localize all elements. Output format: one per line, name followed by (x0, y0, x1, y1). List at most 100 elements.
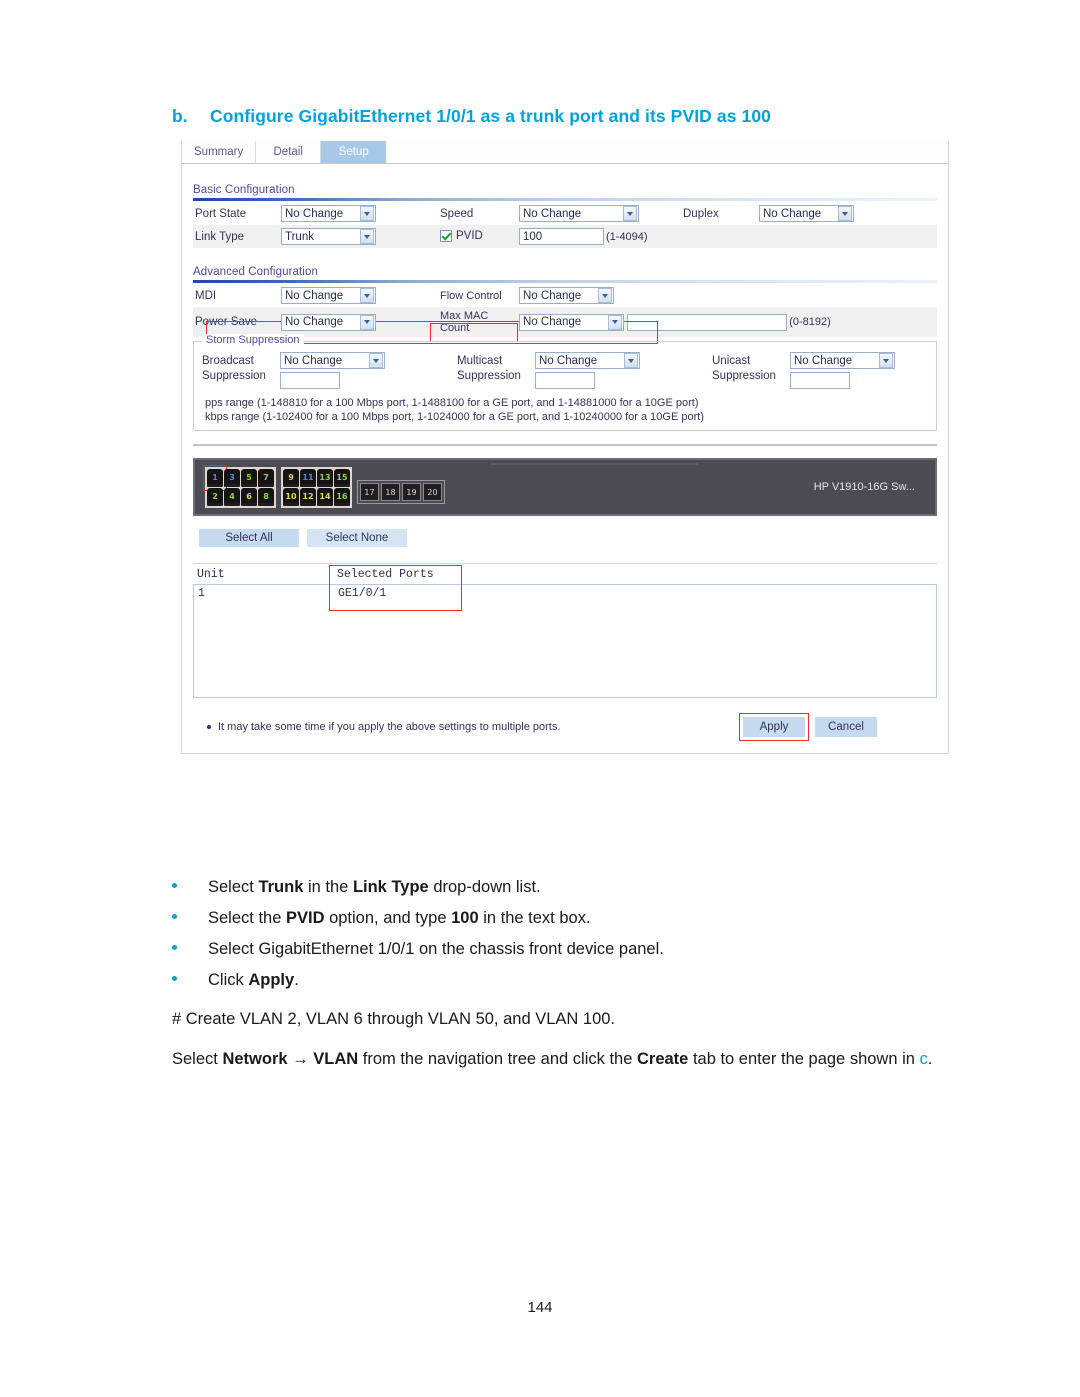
link-type-select[interactable]: Trunk (281, 228, 376, 245)
port-6[interactable]: 6 (241, 487, 257, 506)
basic-config-title: Basic Configuration (193, 184, 295, 196)
port-20[interactable]: 20 (423, 483, 442, 501)
unicast-suppression-label: Unicast Suppression (712, 355, 776, 382)
port-15[interactable]: 15 (334, 468, 350, 487)
chevron-down-icon (360, 314, 374, 330)
bullet1-pre: Select (208, 878, 259, 896)
chevron-down-icon (360, 206, 374, 221)
bullet-icon (207, 725, 211, 729)
bullet2-bold2: 100 (451, 909, 479, 927)
bullet2-pre: Select the (208, 909, 286, 927)
list-item: Select the PVID option, and type 100 in … (172, 903, 992, 934)
column-header-selected-ports: Selected Ports (337, 568, 434, 581)
port-18[interactable]: 18 (381, 483, 400, 501)
pvid-label: PVID (456, 230, 483, 243)
select-none-button[interactable]: Select None (307, 529, 407, 547)
heading-label: b. (172, 106, 188, 126)
select-all-button[interactable]: Select All (199, 529, 299, 547)
flow-control-label: Flow Control (440, 289, 502, 302)
instructions-block: Select Trunk in the Link Type drop-down … (172, 872, 992, 1075)
port-19[interactable]: 19 (402, 483, 421, 501)
cancel-button[interactable]: Cancel (815, 717, 877, 737)
multicast-suppression-input[interactable] (535, 372, 595, 389)
list-item: Click Apply. (172, 965, 992, 996)
bullet2-bold1: PVID (285, 909, 325, 927)
para2-end: . (927, 1050, 933, 1068)
unicast-suppression-select[interactable]: No Change (790, 352, 895, 369)
pvid-checkbox[interactable] (440, 230, 452, 243)
para2-bold1: Network (222, 1050, 288, 1068)
power-save-label: Power Save (193, 307, 279, 337)
footer-note-text: It may take some time if you apply the a… (218, 721, 561, 733)
table-row: 1 GE1/0/1 (194, 585, 936, 602)
advanced-config-title: Advanced Configuration (193, 266, 318, 278)
max-mac-count-select[interactable]: No Change (519, 313, 624, 331)
advanced-config-rule (193, 280, 937, 283)
heading-text: Configure GigabitEthernet 1/0/1 as a tru… (210, 106, 771, 126)
unicast-suppression-input[interactable] (790, 372, 850, 389)
selected-ports-list[interactable]: 1 GE1/0/1 (193, 565, 937, 698)
pvid-input[interactable]: 100 (519, 228, 604, 245)
port-2[interactable]: 2 (207, 487, 223, 506)
page-number: 144 (527, 1299, 553, 1316)
port-13[interactable]: 13 (317, 468, 333, 487)
chassis-front-panel[interactable]: 1 3 5 7 2 4 6 8 9 11 13 15 10 12 14 16 1… (193, 458, 937, 516)
footer-note: It may take some time if you apply the a… (197, 721, 560, 733)
advanced-config-table: MDI No Change Flow Control No Change Pow… (193, 284, 937, 337)
max-mac-count-input[interactable] (627, 313, 788, 331)
port-state-select[interactable]: No Change (281, 205, 376, 222)
port-11[interactable]: 11 (300, 468, 316, 487)
page-heading: b. Configure GigabitEthernet 1/0/1 as a t… (172, 106, 972, 127)
port-14[interactable]: 14 (317, 487, 333, 506)
pvid-range-hint: (1-4094) (606, 230, 648, 243)
para2-bold2: VLAN (313, 1050, 359, 1068)
port-16[interactable]: 16 (334, 487, 350, 506)
flow-control-select[interactable]: No Change (519, 287, 614, 304)
port-3[interactable]: 3 (224, 468, 240, 487)
broadcast-suppression-label: Broadcast Suppression (202, 355, 266, 382)
tab-bar: Summary Detail Setup (182, 141, 948, 164)
port-9[interactable]: 9 (283, 468, 299, 487)
tab-summary[interactable]: Summary (182, 141, 257, 163)
speed-value: No Change (523, 207, 582, 220)
row-unit: 1 (198, 587, 205, 600)
broadcast-suppression-input[interactable] (280, 372, 340, 389)
broadcast-suppression-select[interactable]: No Change (280, 352, 385, 369)
port-12[interactable]: 12 (300, 487, 316, 506)
bullet-icon (172, 976, 177, 981)
bullet-icon (172, 914, 177, 919)
chevron-down-icon (598, 288, 612, 303)
port-10[interactable]: 10 (283, 487, 299, 506)
storm-suppression-controls: Broadcast Suppression No Change Multicas… (202, 352, 928, 389)
port-7[interactable]: 7 (258, 468, 274, 487)
speed-select[interactable]: No Change (519, 205, 639, 222)
cross-reference-link[interactable]: c (920, 1050, 928, 1068)
tab-detail[interactable]: Detail (256, 141, 322, 163)
list-item-text: Select Trunk in the Link Type drop-down … (208, 872, 541, 903)
multicast-suppression-label: Multicast Suppression (457, 355, 521, 382)
broadcast-suppression-value: No Change (284, 354, 343, 367)
list-item-text: Select GigabitEthernet 1/0/1 on the chas… (208, 940, 664, 958)
duplex-select[interactable]: No Change (759, 205, 854, 222)
port-1[interactable]: 1 (203, 464, 227, 491)
broadcast-suppression-group: Broadcast Suppression No Change (202, 352, 457, 389)
link-type-label: Link Type (193, 225, 279, 248)
bullet-icon (172, 883, 177, 888)
link-type-value: Trunk (285, 230, 314, 243)
switch-web-ui-screenshot: Summary Detail Setup Basic Configuration… (181, 141, 949, 754)
paragraph-create-vlan: # Create VLAN 2, VLAN 6 through VLAN 50,… (172, 1010, 616, 1028)
apply-button[interactable]: Apply (739, 713, 809, 741)
table-row-mdi: MDI No Change Flow Control No Change (193, 284, 937, 307)
mdi-select[interactable]: No Change (281, 287, 376, 304)
port-8[interactable]: 8 (258, 487, 274, 506)
basic-config-table: Port State No Change Speed No Change Dup… (193, 202, 937, 248)
port-5[interactable]: 5 (241, 468, 257, 487)
port-4[interactable]: 4 (224, 487, 240, 506)
para2-post: tab to enter the page shown in (688, 1050, 920, 1068)
multicast-suppression-select[interactable]: No Change (535, 352, 640, 369)
power-save-select[interactable]: No Change (281, 313, 376, 331)
port-17[interactable]: 17 (360, 483, 379, 501)
mdi-value: No Change (285, 289, 344, 302)
tab-setup[interactable]: Setup (321, 141, 387, 163)
port-state-label: Port State (195, 207, 247, 220)
